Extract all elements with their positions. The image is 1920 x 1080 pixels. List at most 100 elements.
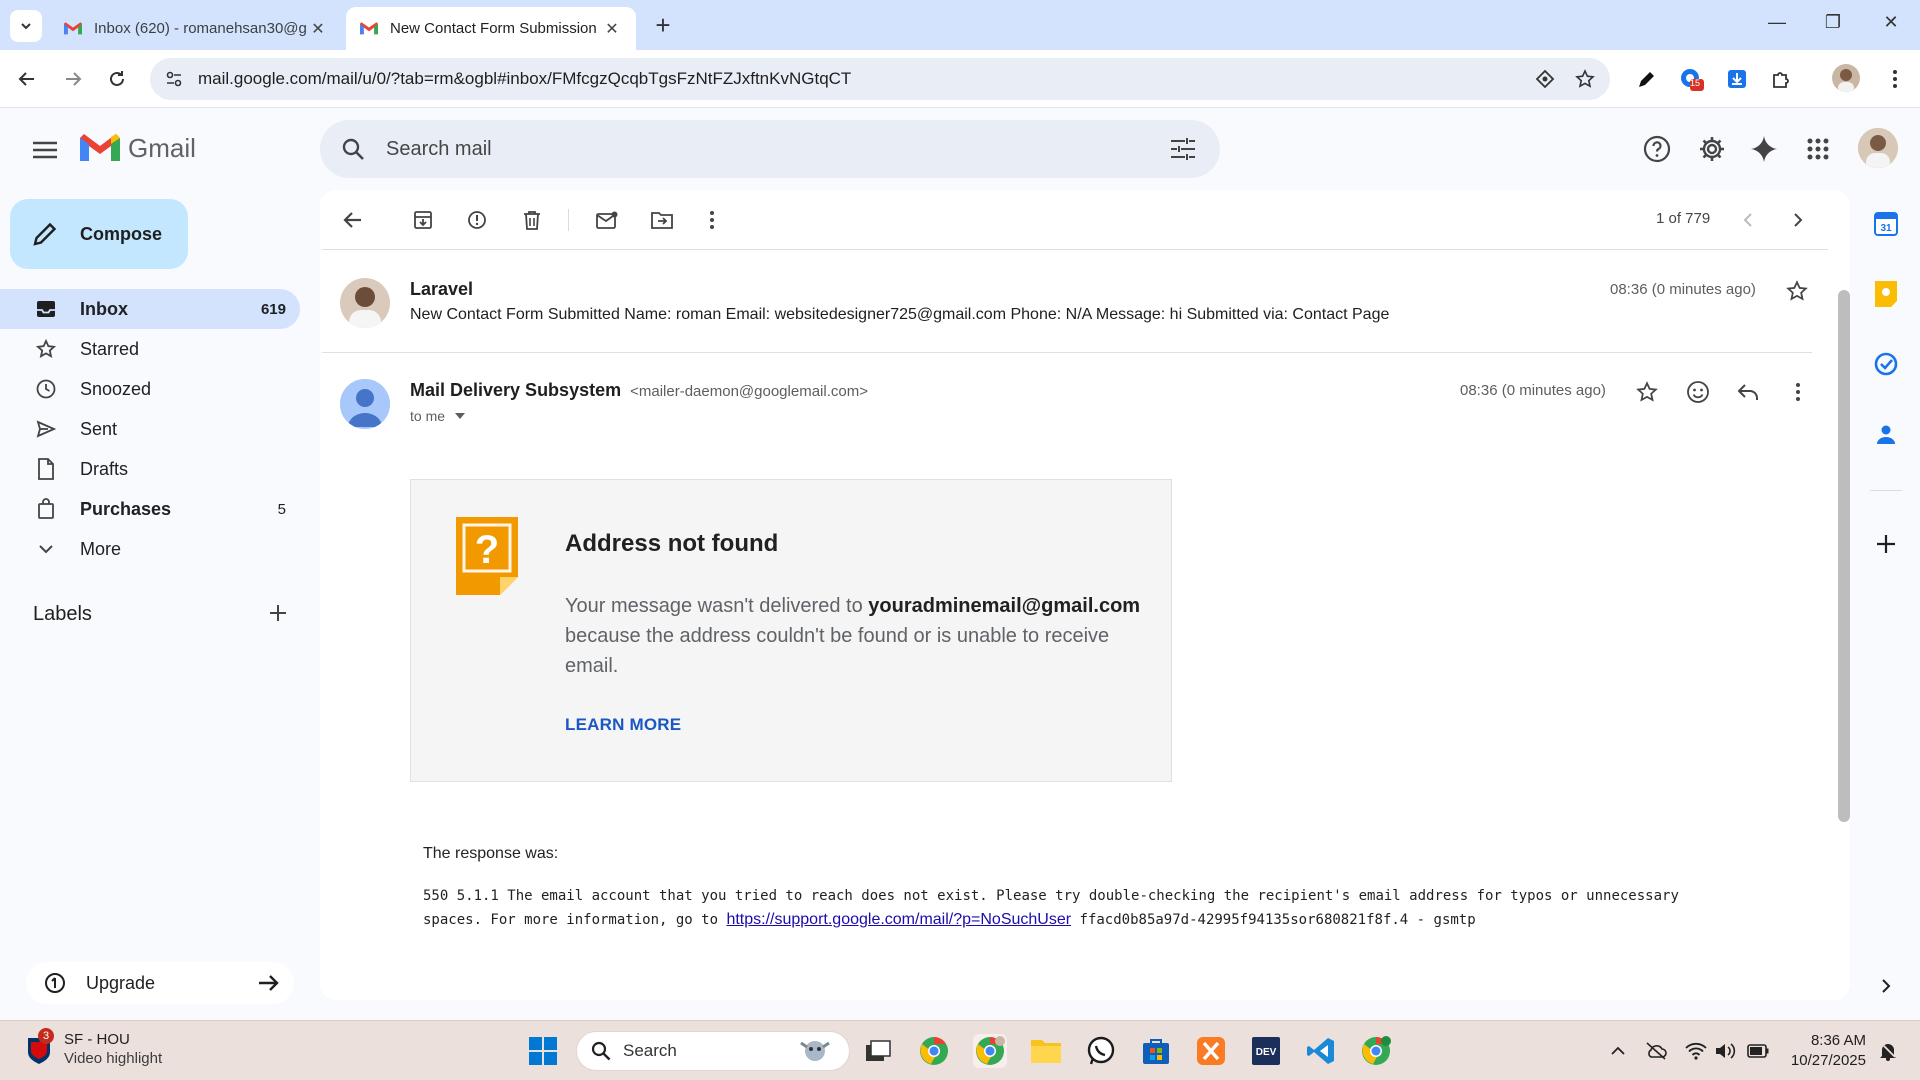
- compose-button[interactable]: Compose: [10, 199, 188, 269]
- sidebar-item-drafts[interactable]: Drafts: [0, 449, 300, 489]
- search-icon[interactable]: [338, 137, 368, 161]
- newer-button[interactable]: [1733, 205, 1763, 235]
- tab-inbox[interactable]: Inbox (620) - romanehsan30@g ✕: [50, 7, 342, 50]
- collapsed-message-sender[interactable]: Laravel: [410, 279, 473, 300]
- grammar-extension-icon[interactable]: 15: [1676, 64, 1706, 94]
- battery-icon[interactable]: [1746, 1039, 1770, 1063]
- wifi-icon[interactable]: [1684, 1039, 1708, 1063]
- sidebar-item-inbox[interactable]: Inbox 619: [0, 289, 300, 329]
- keep-app-icon[interactable]: [1872, 280, 1900, 308]
- start-button[interactable]: [526, 1034, 560, 1068]
- older-button[interactable]: [1783, 205, 1813, 235]
- message-more-button[interactable]: [1783, 377, 1813, 407]
- search-input[interactable]: Search mail: [386, 138, 1168, 161]
- cloud-offline-icon[interactable]: [1644, 1039, 1668, 1063]
- learn-more-link[interactable]: LEARN MORE: [565, 715, 681, 735]
- taskbar-search[interactable]: Search: [576, 1031, 850, 1071]
- get-addons-button[interactable]: [1872, 530, 1900, 558]
- chrome-work-profile-icon[interactable]: [1359, 1034, 1393, 1068]
- help-icon[interactable]: [1641, 133, 1673, 165]
- forward-button[interactable]: [58, 64, 88, 94]
- extensions-puzzle-icon[interactable]: [1766, 64, 1796, 94]
- show-side-panel-button[interactable]: [1872, 972, 1900, 1000]
- chrome-profile-taskbar-icon[interactable]: [973, 1034, 1007, 1068]
- back-button[interactable]: [12, 64, 42, 94]
- main-menu-button[interactable]: [28, 136, 62, 164]
- profile-avatar[interactable]: [1832, 64, 1860, 92]
- pen-extension-icon[interactable]: [1632, 64, 1662, 94]
- bookmark-star-icon[interactable]: [1570, 64, 1600, 94]
- sidebar-item-snoozed[interactable]: Snoozed: [0, 369, 300, 409]
- new-tab-button[interactable]: +: [648, 10, 678, 40]
- task-view-icon[interactable]: [861, 1034, 895, 1068]
- whatsapp-icon[interactable]: [1084, 1034, 1118, 1068]
- sidebar-item-starred[interactable]: Starred: [0, 329, 300, 369]
- sidebar-item-more[interactable]: More: [0, 529, 300, 569]
- microsoft-store-icon[interactable]: [1139, 1034, 1173, 1068]
- bounce-title: Address not found: [565, 530, 779, 557]
- reply-button[interactable]: [1733, 377, 1763, 407]
- browser-tab-bar: Inbox (620) - romanehsan30@g ✕ New Conta…: [0, 0, 1920, 50]
- message-divider: [322, 352, 1812, 353]
- mark-unread-button[interactable]: [592, 205, 622, 235]
- svg-text:31: 31: [1880, 223, 1892, 234]
- tasks-app-icon[interactable]: [1872, 350, 1900, 378]
- search-options-icon[interactable]: [1168, 138, 1198, 160]
- back-to-inbox-button[interactable]: [338, 205, 368, 235]
- sender-avatar[interactable]: [340, 379, 390, 429]
- window-close-icon[interactable]: ✕: [1876, 12, 1906, 33]
- star-button[interactable]: [1632, 377, 1662, 407]
- add-label-button[interactable]: [265, 600, 291, 626]
- dev-app-icon[interactable]: DEV: [1249, 1034, 1283, 1068]
- account-avatar[interactable]: [1858, 128, 1898, 168]
- move-to-button[interactable]: [647, 205, 677, 235]
- volume-icon[interactable]: [1714, 1039, 1738, 1063]
- gmail-logo[interactable]: Gmail: [80, 133, 196, 164]
- lens-icon[interactable]: [1530, 64, 1560, 94]
- browser-toolbar: mail.google.com/mail/u/0/?tab=rm&ogbl#in…: [0, 50, 1920, 108]
- gemini-sparkle-icon[interactable]: [1748, 133, 1780, 165]
- sender-avatar[interactable]: [340, 278, 390, 328]
- scrollbar-thumb[interactable]: [1838, 290, 1850, 822]
- show-hidden-icons-icon[interactable]: [1606, 1039, 1630, 1063]
- notification-bell-icon[interactable]: [1876, 1039, 1900, 1063]
- apps-grid-icon[interactable]: [1802, 133, 1834, 165]
- report-spam-button[interactable]: [462, 205, 492, 235]
- search-bar[interactable]: Search mail: [320, 120, 1220, 178]
- chrome-taskbar-icon[interactable]: [917, 1034, 951, 1068]
- minimize-icon[interactable]: —: [1762, 12, 1792, 33]
- collapsed-message-snippet[interactable]: New Contact Form Submitted Name: roman E…: [410, 306, 1389, 324]
- add-reaction-button[interactable]: [1683, 377, 1713, 407]
- contacts-app-icon[interactable]: [1872, 420, 1900, 448]
- news-widget[interactable]: 3 SF - HOU Video highlight: [26, 1028, 162, 1068]
- close-icon[interactable]: ✕: [308, 19, 328, 39]
- browser-menu-icon[interactable]: [1880, 64, 1910, 94]
- pencil-icon: [32, 221, 58, 247]
- recipient-details[interactable]: to me: [410, 408, 466, 424]
- star-button[interactable]: [1782, 276, 1812, 306]
- pagination-count: 1 of 779: [1656, 210, 1711, 227]
- archive-button[interactable]: [408, 205, 438, 235]
- open-message-sender[interactable]: Mail Delivery Subsystem <mailer-daemon@g…: [410, 380, 868, 401]
- more-actions-button[interactable]: [697, 205, 727, 235]
- delete-button[interactable]: [517, 205, 547, 235]
- address-bar[interactable]: mail.google.com/mail/u/0/?tab=rm&ogbl#in…: [150, 58, 1610, 100]
- download-icon[interactable]: [1722, 64, 1752, 94]
- sidebar-item-purchases[interactable]: Purchases 5: [0, 489, 300, 529]
- system-clock[interactable]: 8:36 AM 10/27/2025: [1782, 1031, 1866, 1071]
- site-info-icon[interactable]: [162, 70, 186, 88]
- xampp-icon[interactable]: [1194, 1034, 1228, 1068]
- file-explorer-icon[interactable]: [1029, 1034, 1063, 1068]
- upgrade-label: Upgrade: [86, 972, 156, 993]
- no-such-user-link[interactable]: https://support.google.com/mail/?p=NoSuc…: [726, 911, 1071, 928]
- tab-search-button[interactable]: [10, 10, 42, 42]
- reload-button[interactable]: [102, 64, 132, 94]
- close-icon[interactable]: ✕: [602, 19, 622, 39]
- restore-icon[interactable]: ❐: [1818, 12, 1848, 33]
- sidebar-item-sent[interactable]: Sent: [0, 409, 300, 449]
- calendar-app-icon[interactable]: 31: [1872, 210, 1900, 238]
- vscode-icon[interactable]: [1304, 1034, 1338, 1068]
- upgrade-button[interactable]: Upgrade: [26, 962, 294, 1004]
- settings-gear-icon[interactable]: [1696, 133, 1728, 165]
- tab-contact-form[interactable]: New Contact Form Submission ✕: [346, 7, 636, 50]
